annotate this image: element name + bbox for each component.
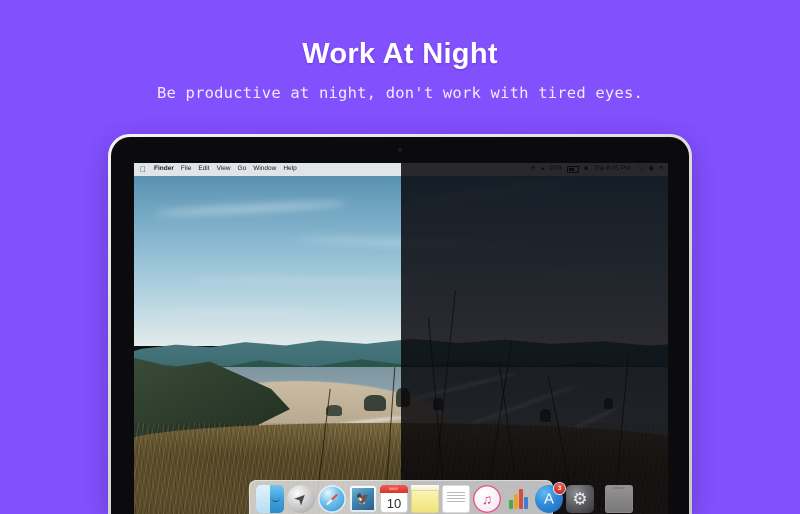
menu-item-file[interactable]: File bbox=[181, 166, 191, 173]
menu-item-help[interactable]: Help bbox=[283, 166, 296, 173]
sea-stack bbox=[326, 405, 343, 417]
bar-chart-bar bbox=[514, 494, 518, 509]
desktop-wallpaper bbox=[134, 163, 668, 514]
dock-item-numbers[interactable] bbox=[504, 485, 532, 513]
battery-percent-label: 97% bbox=[549, 165, 563, 173]
notification-center-icon[interactable]: ≡ bbox=[659, 166, 663, 173]
wallpaper-sky bbox=[134, 163, 668, 346]
dock-item-system-preferences[interactable]: ⚙ bbox=[566, 485, 594, 513]
menu-item-edit[interactable]: Edit bbox=[198, 166, 209, 173]
menu-bar-status-items: ☀ ▴ 97% ■ Thu 8:05 PM 🔍 ◉ ≡ bbox=[530, 166, 668, 173]
menu-item-go[interactable]: Go bbox=[238, 166, 247, 173]
brightness-icon[interactable]: ☀ bbox=[530, 166, 536, 173]
page-subtitle: Be productive at night, don't work with … bbox=[156, 84, 644, 102]
menu-item-window[interactable]: Window bbox=[253, 166, 276, 173]
bar-chart-bar bbox=[509, 500, 513, 509]
bar-chart-bar bbox=[519, 489, 523, 509]
gear-icon: ⚙ bbox=[572, 489, 588, 509]
sea-stack bbox=[363, 394, 386, 411]
app-store-update-badge: 3 bbox=[554, 483, 565, 494]
webcam-icon bbox=[398, 148, 402, 152]
wifi-icon[interactable]: ▴ bbox=[541, 166, 544, 173]
macos-dock: ➤ 🦅 MAY 10 ♫ A 3 ⚙ bbox=[249, 480, 633, 514]
rocket-icon: ➤ bbox=[290, 488, 312, 510]
music-note-icon: ♫ bbox=[481, 491, 493, 507]
calendar-month-label: MAY bbox=[380, 485, 408, 493]
menu-bar-items:  Finder File Edit View Go Window Help bbox=[134, 165, 297, 174]
sea-stack bbox=[539, 408, 551, 422]
battery-icon[interactable] bbox=[567, 166, 580, 173]
siri-icon[interactable]: ◉ bbox=[649, 166, 655, 173]
page-title: Work At Night bbox=[302, 38, 498, 70]
dock-item-itunes[interactable]: ♫ bbox=[473, 485, 501, 513]
laptop-screen:  Finder File Edit View Go Window Help ☀… bbox=[134, 163, 668, 514]
dock-item-finder[interactable] bbox=[256, 485, 284, 513]
dock-item-safari[interactable] bbox=[318, 485, 346, 513]
dock-item-notes[interactable] bbox=[411, 485, 439, 513]
bar-chart-bar bbox=[524, 497, 528, 509]
compass-needle-icon bbox=[325, 492, 339, 506]
dock-separator bbox=[599, 485, 600, 513]
app-store-a-icon: A bbox=[543, 490, 555, 508]
menu-item-view[interactable]: View bbox=[217, 166, 231, 173]
macos-menu-bar:  Finder File Edit View Go Window Help ☀… bbox=[134, 163, 668, 176]
sea-stack bbox=[395, 387, 410, 407]
dock-item-calendar[interactable]: MAY 10 bbox=[380, 485, 408, 513]
dock-item-pages[interactable] bbox=[442, 485, 470, 513]
dropbox-icon[interactable]: ■ bbox=[584, 166, 588, 173]
menu-item-finder[interactable]: Finder bbox=[154, 166, 174, 173]
sea-stack bbox=[603, 398, 613, 410]
calendar-day-number: 10 bbox=[386, 495, 402, 511]
dock-item-launchpad[interactable]: ➤ bbox=[287, 485, 315, 513]
dock-item-app-store[interactable]: A 3 bbox=[535, 483, 565, 513]
dock-item-mail[interactable]: 🦅 bbox=[349, 485, 377, 513]
search-icon[interactable]: 🔍 bbox=[635, 166, 643, 173]
laptop-mockup:  Finder File Edit View Go Window Help ☀… bbox=[108, 134, 692, 514]
menu-bar-clock[interactable]: Thu 8:05 PM bbox=[593, 166, 630, 173]
apple-logo-icon[interactable]:  bbox=[140, 165, 146, 174]
dock-item-trash[interactable] bbox=[605, 485, 633, 513]
